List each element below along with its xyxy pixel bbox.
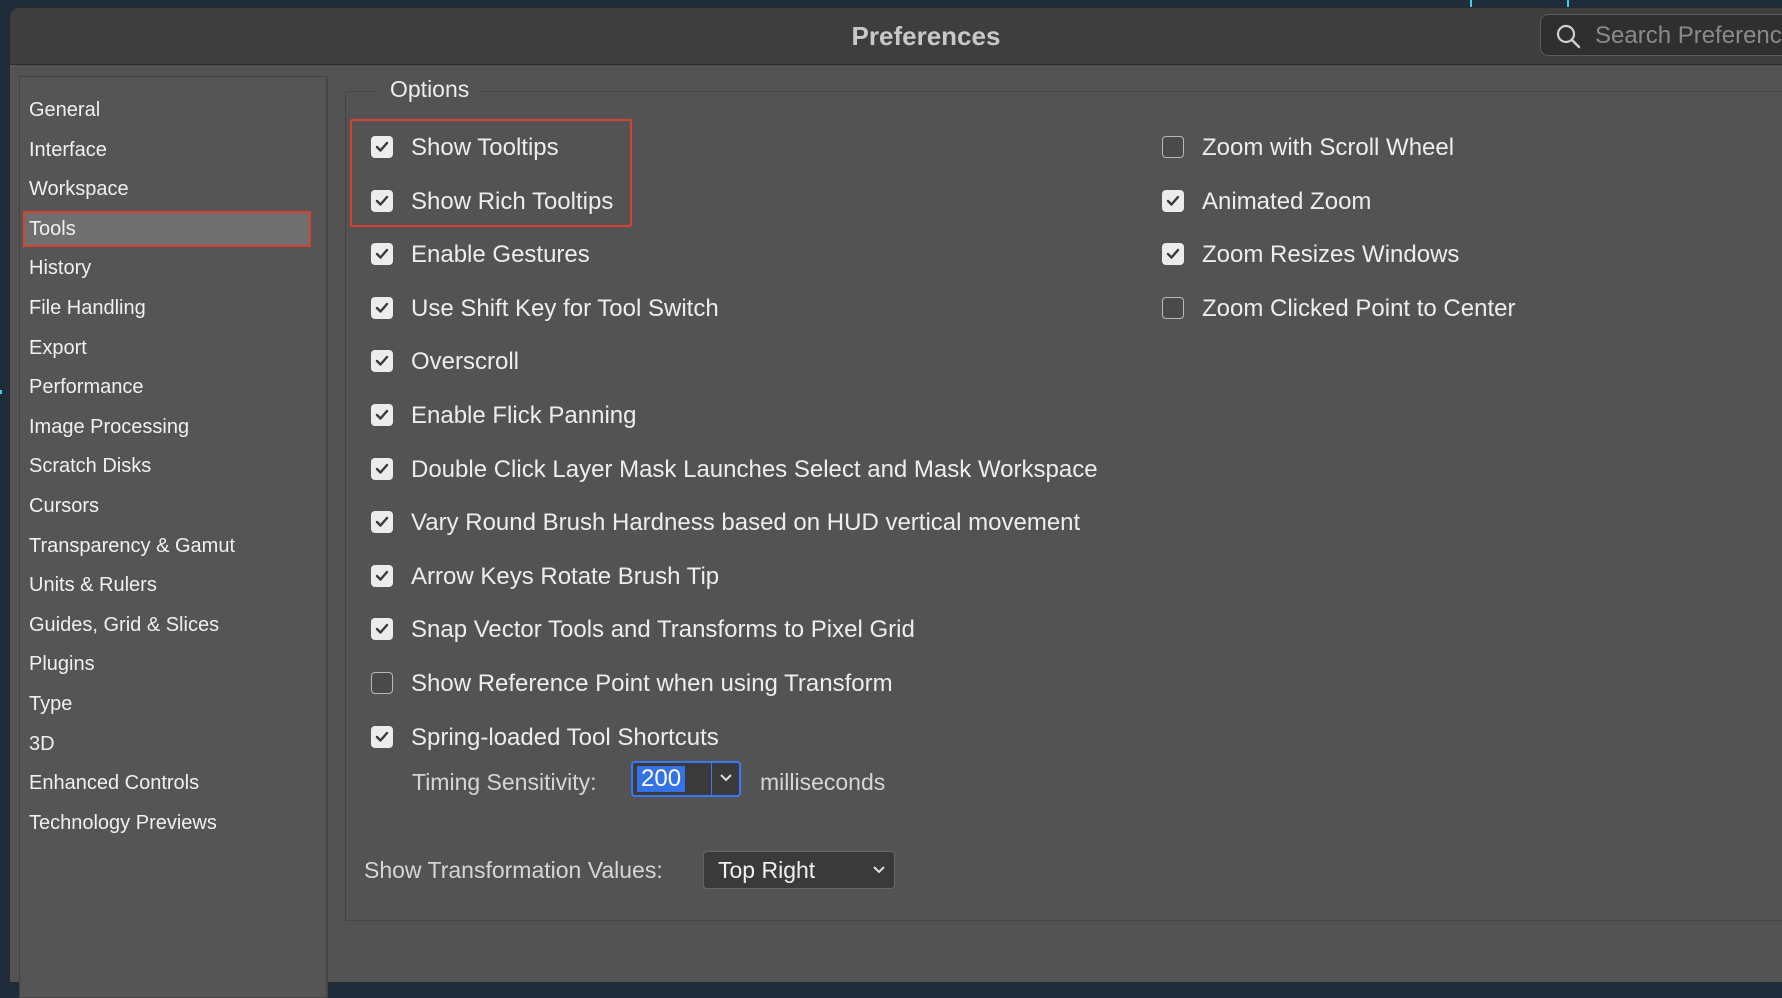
sidebar-item-type[interactable]: Type	[20, 686, 310, 722]
checkmark-icon	[1166, 195, 1180, 206]
checkbox-checked[interactable]	[371, 404, 393, 426]
title-bar: Preferences	[10, 8, 1782, 65]
sidebar-item-tools[interactable]: Tools	[23, 210, 311, 247]
checkbox-checked[interactable]	[371, 296, 393, 319]
transformation-values-label: Show Transformation Values:	[364, 857, 663, 883]
checkbox-unchecked[interactable]	[1162, 136, 1184, 158]
option-label: Show Tooltips	[411, 134, 559, 161]
checkmark-icon	[375, 248, 389, 259]
option-label: Use Shift Key for Tool Switch	[411, 294, 719, 322]
option-label: Arrow Keys Rotate Brush Tip	[411, 562, 720, 590]
timing-sensitivity-combobox[interactable]: 200	[631, 761, 741, 797]
option-label: Zoom Resizes Windows	[1202, 241, 1460, 269]
checkmark-icon	[375, 731, 389, 742]
checkmark-icon	[375, 409, 389, 420]
option-label: Spring-loaded Tool Shortcuts	[411, 723, 719, 751]
sidebar-item-history[interactable]: History	[20, 250, 310, 286]
checkmark-icon	[375, 302, 389, 313]
checkbox-checked[interactable]	[371, 350, 393, 373]
chevron-down-icon[interactable]	[719, 773, 733, 783]
checkmark-icon	[1166, 248, 1180, 259]
sidebar-item-interface[interactable]: Interface	[20, 132, 310, 168]
chevron-down-icon	[873, 866, 885, 874]
option-label: Show Reference Point when using Transfor…	[411, 670, 893, 697]
sidebar-item-enhanced-controls[interactable]: Enhanced Controls	[20, 765, 310, 801]
option-label: Enable Gestures	[411, 241, 590, 269]
checkbox-unchecked[interactable]	[1162, 296, 1184, 319]
sidebar-item-cursors[interactable]: Cursors	[20, 488, 310, 524]
sidebar-item-general[interactable]: General	[20, 92, 310, 128]
transformation-values-selected: Top Right	[718, 857, 816, 883]
checkbox-checked[interactable]	[371, 243, 393, 266]
option-label: Vary Round Brush Hardness based on HUD v…	[411, 509, 1081, 537]
sidebar-item-file-handling[interactable]: File Handling	[20, 290, 310, 326]
search-input[interactable]	[1593, 15, 1782, 57]
checkbox-unchecked[interactable]	[371, 672, 393, 694]
checkmark-icon	[375, 356, 389, 367]
background-accent-line	[1567, 0, 1569, 8]
sidebar-item-3d[interactable]: 3D	[20, 726, 310, 762]
timing-sensitivity-value[interactable]: 200	[637, 766, 686, 792]
option-label: Overscroll	[411, 348, 520, 376]
sidebar-item-guides-grid-slices[interactable]: Guides, Grid & Slices	[20, 607, 310, 643]
sidebar-item-image-processing[interactable]: Image Processing	[20, 409, 310, 445]
option-label: Zoom Clicked Point to Center	[1202, 294, 1516, 322]
checkmark-icon	[375, 570, 389, 581]
option-label: Animated Zoom	[1202, 187, 1372, 215]
option-label: Enable Flick Panning	[411, 402, 637, 429]
checkmark-icon	[375, 516, 389, 527]
checkmark-icon	[375, 141, 389, 152]
checkmark-icon	[375, 624, 389, 635]
sidebar: General Interface Workspace Tools History Fil…	[19, 76, 328, 998]
sidebar-item-performance[interactable]: Performance	[20, 369, 310, 405]
option-label: Show Rich Tooltips	[411, 187, 614, 215]
sidebar-item-units-rulers[interactable]: Units & Rulers	[20, 567, 310, 603]
timing-sensitivity-label: Timing Sensitivity:	[412, 769, 597, 795]
checkmark-icon	[375, 463, 389, 474]
option-label: Snap Vector Tools and Transforms to Pixe…	[411, 616, 915, 644]
search-box[interactable]	[1540, 14, 1782, 57]
checkbox-checked[interactable]	[371, 564, 393, 587]
checkmark-icon	[375, 195, 389, 206]
sidebar-item-scratch-disks[interactable]: Scratch Disks	[20, 448, 310, 484]
sidebar-item-workspace[interactable]: Workspace	[20, 171, 310, 207]
sidebar-item-transparency-gamut[interactable]: Transparency & Gamut	[20, 528, 310, 564]
background-accent-line	[0, 390, 2, 394]
checkbox-checked[interactable]	[1162, 189, 1184, 212]
combobox-divider	[711, 763, 712, 795]
sidebar-item-technology-previews[interactable]: Technology Previews	[20, 805, 310, 841]
sidebar-item-plugins[interactable]: Plugins	[20, 646, 310, 682]
checkbox-checked[interactable]	[371, 618, 393, 641]
checkbox-checked[interactable]	[371, 136, 393, 158]
search-icon	[1556, 24, 1581, 49]
option-label: Zoom with Scroll Wheel	[1202, 134, 1455, 161]
options-legend: Options	[378, 76, 482, 102]
sidebar-item-export[interactable]: Export	[20, 330, 310, 366]
checkbox-checked[interactable]	[371, 457, 393, 480]
transformation-values-select[interactable]: Top Right	[703, 851, 895, 889]
option-label: Double Click Layer Mask Launches Select …	[411, 455, 1098, 483]
background-accent-line	[1470, 0, 1472, 8]
timing-unit-label: milliseconds	[760, 769, 886, 795]
checkbox-checked[interactable]	[371, 189, 393, 212]
checkbox-checked[interactable]	[371, 725, 393, 748]
checkbox-checked[interactable]	[1162, 243, 1184, 266]
checkbox-checked[interactable]	[371, 511, 393, 534]
window-title: Preferences	[851, 21, 1001, 51]
